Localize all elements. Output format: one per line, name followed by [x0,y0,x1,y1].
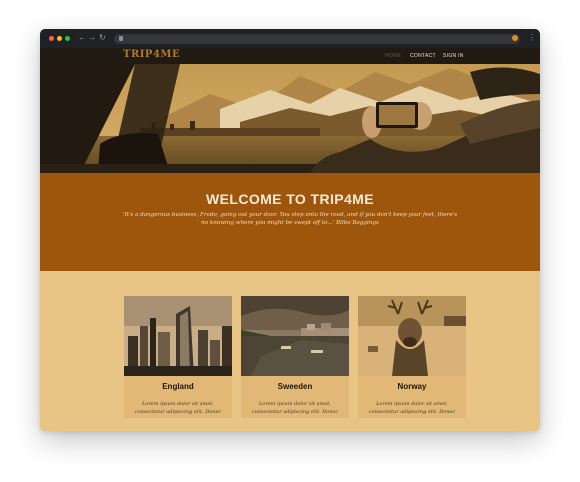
maximize-window-button[interactable] [65,36,70,41]
destination-card-england[interactable]: England Lorem ipsum dolor sit amet, cons… [124,296,232,418]
destination-text-england: Lorem ipsum dolor sit amet, consectetur … [134,401,222,415]
hero-image [40,64,540,173]
destination-text-sweeden: Lorem ipsum dolor sit amet, consectetur … [251,401,339,415]
destination-card-norway[interactable]: Norway Lorem ipsum dolor sit amet, conse… [358,296,466,418]
destination-text-norway: Lorem ipsum dolor sit amet, consectetur … [368,401,456,415]
close-window-button[interactable] [49,36,54,41]
forward-arrow-icon[interactable]: → [88,33,96,43]
england-photo [124,296,232,376]
browser-toolbar: ← → ↻ ⋮ [40,29,540,48]
destinations-section: England Lorem ipsum dolor sit amet, cons… [40,271,540,431]
nav-link-home[interactable]: HOME [385,53,401,59]
destination-title-england: England [162,382,194,391]
site-logo[interactable]: TRIP4ME [123,49,180,60]
extension-icon[interactable] [512,35,518,41]
destination-title-norway: Norway [397,382,427,391]
menu-dots-icon[interactable]: ⋮ [528,33,536,43]
welcome-quote: 'It's a dangerous business, Frodo, going… [122,212,458,226]
back-arrow-icon[interactable]: ← [78,33,86,43]
site-navbar: TRIP4ME HOME CONTACT SIGN IN [40,48,540,64]
reload-icon[interactable]: ↻ [99,33,106,43]
welcome-title: WELCOME TO TRIP4ME [206,191,374,207]
nav-link-contact[interactable]: CONTACT [410,53,436,59]
welcome-section: WELCOME TO TRIP4ME 'It's a dangerous bus… [40,173,540,271]
destination-title-sweeden: Sweeden [277,382,313,391]
nav-link-sign-in[interactable]: SIGN IN [443,53,464,59]
minimize-window-button[interactable] [57,36,62,41]
norway-photo [358,296,466,376]
sweeden-photo [241,296,349,376]
address-bar[interactable] [114,34,520,44]
destination-card-sweeden[interactable]: Sweeden Lorem ipsum dolor sit amet, cons… [241,296,349,418]
lock-icon [119,36,123,41]
browser-window: ← → ↻ ⋮ TRIP4ME HOME CONTACT SIGN IN WEL… [40,29,540,431]
